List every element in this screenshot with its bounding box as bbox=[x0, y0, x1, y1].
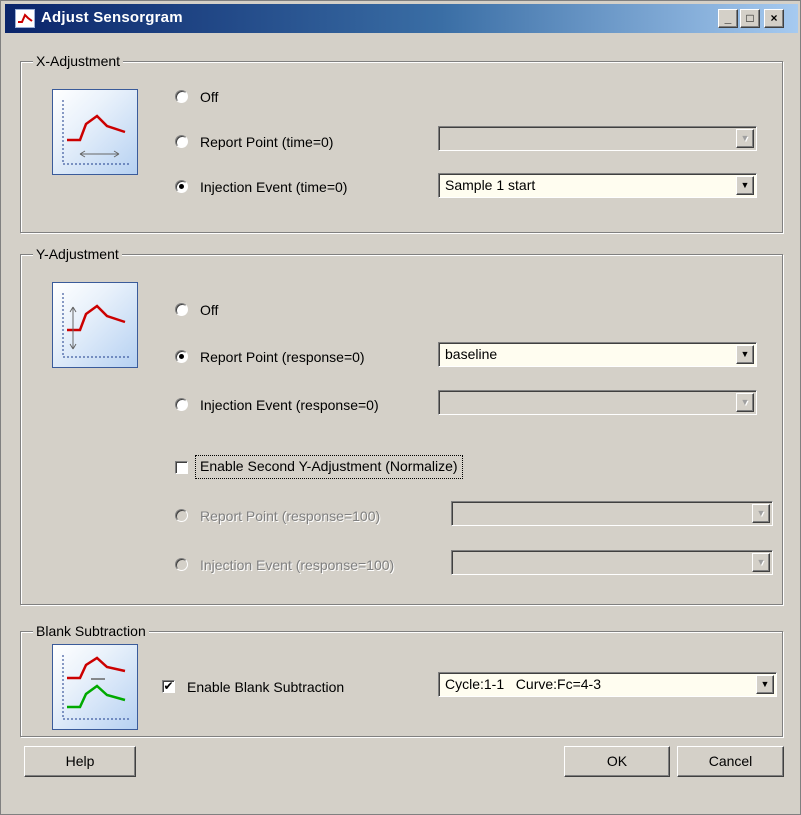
sensorgram-blank-subtraction-icon bbox=[52, 644, 138, 730]
chevron-down-icon[interactable]: ▼ bbox=[736, 176, 754, 195]
close-button[interactable]: × bbox=[764, 9, 784, 28]
x-adjustment-group: X-Adjustment Off Report Point (time=0) ▼… bbox=[20, 53, 783, 233]
chevron-down-icon[interactable]: ▼ bbox=[736, 393, 754, 412]
radio-indicator[interactable] bbox=[175, 303, 188, 316]
radio-indicator[interactable] bbox=[175, 180, 188, 193]
window-title: Adjust Sensorgram bbox=[41, 9, 183, 26]
y-injection-event-label: Injection Event (response=0) bbox=[200, 397, 379, 413]
blank-curve-value: Cycle:1-1 Curve:Fc=4-3 bbox=[445, 676, 601, 692]
chevron-down-icon: ▼ bbox=[752, 553, 770, 572]
y-adjustment-group: Y-Adjustment Off Report Point (response=… bbox=[20, 246, 783, 605]
chevron-down-icon[interactable]: ▼ bbox=[736, 345, 754, 364]
help-button[interactable]: Help bbox=[24, 746, 136, 777]
sensorgram-y-adjustment-icon bbox=[52, 282, 138, 368]
enable-blank-subtraction-label: Enable Blank Subtraction bbox=[187, 679, 345, 695]
checkbox-box[interactable] bbox=[175, 461, 188, 474]
maximize-button[interactable]: □ bbox=[740, 9, 760, 28]
radio-selected-dot bbox=[179, 354, 184, 359]
title-bar[interactable]: Adjust Sensorgram _ □ × bbox=[5, 4, 798, 33]
radio-indicator bbox=[175, 509, 188, 522]
blank-subtraction-group: Blank Subtraction ✔ Enable Blank Subtrac… bbox=[20, 623, 783, 737]
radio-indicator[interactable] bbox=[175, 398, 188, 411]
blank-subtraction-legend: Blank Subtraction bbox=[33, 623, 149, 639]
checkbox-box[interactable]: ✔ bbox=[162, 680, 175, 693]
y-report-point-100-label: Report Point (response=100) bbox=[200, 508, 381, 524]
chevron-down-icon: ▼ bbox=[752, 504, 770, 523]
y-adjustment-legend: Y-Adjustment bbox=[33, 246, 122, 262]
radio-indicator[interactable] bbox=[175, 90, 188, 103]
y-report-point-value: baseline bbox=[445, 346, 498, 362]
enable-blank-subtraction-checkbox[interactable]: ✔ Enable Blank Subtraction bbox=[162, 678, 422, 698]
check-mark-icon: ✔ bbox=[163, 679, 174, 693]
cancel-button[interactable]: Cancel bbox=[677, 746, 784, 777]
x-injection-event-label: Injection Event (time=0) bbox=[200, 179, 348, 195]
enable-second-y-adjustment-label: Enable Second Y-Adjustment (Normalize) bbox=[195, 455, 463, 479]
radio-indicator bbox=[175, 558, 188, 571]
y-injection-event-dropdown[interactable]: ▼ bbox=[438, 390, 757, 415]
adjust-sensorgram-dialog: Adjust Sensorgram _ □ × X-Adjustment Off… bbox=[0, 0, 801, 815]
sensorgram-app-icon bbox=[15, 9, 35, 28]
y-report-point-label: Report Point (response=0) bbox=[200, 349, 365, 365]
x-off-label: Off bbox=[200, 89, 219, 105]
chevron-down-icon[interactable]: ▼ bbox=[756, 675, 774, 694]
radio-selected-dot bbox=[179, 184, 184, 189]
x-report-point-label: Report Point (time=0) bbox=[200, 134, 334, 150]
enable-second-y-adjustment-checkbox[interactable]: Enable Second Y-Adjustment (Normalize) bbox=[175, 455, 525, 479]
radio-indicator[interactable] bbox=[175, 135, 188, 148]
y-injection-event-100-dropdown: ▼ bbox=[451, 550, 773, 575]
x-injection-event-value: Sample 1 start bbox=[445, 177, 536, 193]
y-report-point-100-dropdown: ▼ bbox=[451, 501, 773, 526]
x-injection-event-dropdown[interactable]: Sample 1 start ▼ bbox=[438, 173, 757, 198]
x-report-point-dropdown[interactable]: ▼ bbox=[438, 126, 757, 151]
x-adjustment-legend: X-Adjustment bbox=[33, 53, 124, 69]
radio-indicator[interactable] bbox=[175, 350, 188, 363]
ok-button[interactable]: OK bbox=[564, 746, 670, 777]
y-report-point-dropdown[interactable]: baseline ▼ bbox=[438, 342, 757, 367]
blank-curve-dropdown[interactable]: Cycle:1-1 Curve:Fc=4-3 ▼ bbox=[438, 672, 777, 697]
minimize-button[interactable]: _ bbox=[718, 9, 738, 28]
sensorgram-x-adjustment-icon bbox=[52, 89, 138, 175]
y-off-label: Off bbox=[200, 302, 219, 318]
y-injection-event-100-label: Injection Event (response=100) bbox=[200, 557, 395, 573]
chevron-down-icon[interactable]: ▼ bbox=[736, 129, 754, 148]
